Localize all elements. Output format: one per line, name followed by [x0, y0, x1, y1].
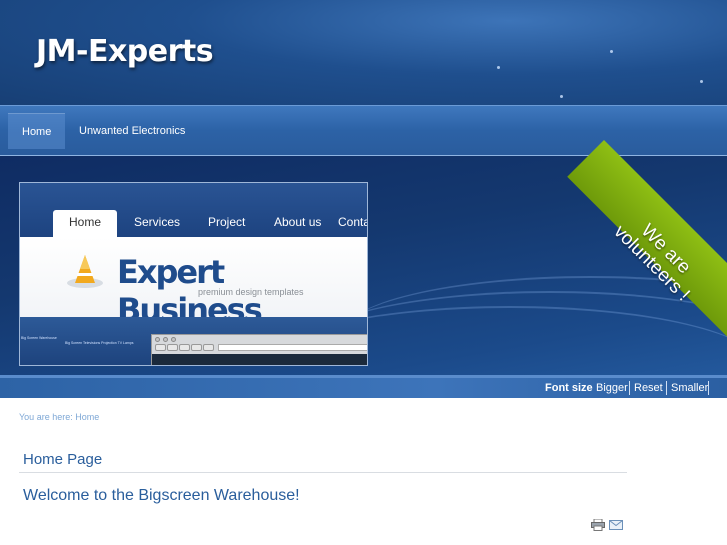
address-bar	[218, 344, 367, 351]
preview-strip-text: Big Screen Warehouse	[21, 336, 57, 340]
preview-tagline: premium design templates	[198, 287, 304, 297]
email-icon[interactable]	[609, 520, 623, 530]
browser-content	[152, 354, 367, 365]
font-smaller-link[interactable]: Smaller	[671, 378, 708, 398]
window-dot	[163, 337, 168, 342]
font-size-label: Font size	[545, 382, 593, 394]
main-nav: Home Unwanted Electronics	[0, 105, 727, 156]
site-logo[interactable]: JM-Experts	[36, 34, 214, 69]
separator	[708, 381, 709, 395]
print-icon[interactable]	[591, 519, 605, 531]
nav-item-unwanted-electronics[interactable]: Unwanted Electronics	[65, 113, 199, 149]
star-decoration	[700, 80, 703, 83]
preview-browser-window	[151, 334, 367, 365]
star-decoration	[497, 66, 500, 69]
site-header: JM-Experts	[0, 0, 727, 105]
separator	[629, 381, 630, 395]
preview-strip-text: Big Screen Televisions Projection TV Lam…	[65, 341, 134, 345]
breadcrumb-prefix: You are here:	[19, 412, 73, 422]
font-bigger-link[interactable]: Bigger	[596, 378, 628, 398]
breadcrumb: You are here: Home	[19, 412, 99, 422]
window-dot	[171, 337, 176, 342]
back-icon	[155, 344, 166, 351]
article-title[interactable]: Welcome to the Bigscreen Warehouse!	[23, 487, 300, 505]
preview-tab-project: Project	[208, 215, 246, 229]
forward-icon	[167, 344, 178, 351]
page-title: Home Page	[23, 451, 103, 468]
traffic-cone-icon	[67, 255, 103, 288]
add-icon	[203, 344, 214, 351]
font-reset-link[interactable]: Reset	[634, 378, 663, 398]
window-dot	[155, 337, 160, 342]
stop-icon	[191, 344, 202, 351]
star-decoration	[610, 50, 613, 53]
star-decoration	[560, 95, 563, 98]
separator	[666, 381, 667, 395]
nav-item-home[interactable]: Home	[8, 113, 66, 149]
preview-tab-contact: Conta	[338, 215, 368, 229]
preview-tab-home: Home	[53, 210, 118, 237]
divider	[19, 472, 627, 473]
template-preview-image: Home Services Project About us Conta Exp…	[19, 182, 368, 366]
preview-tab-services: Services	[134, 215, 181, 229]
reload-icon	[179, 344, 190, 351]
breadcrumb-home-link[interactable]: Home	[75, 412, 99, 422]
